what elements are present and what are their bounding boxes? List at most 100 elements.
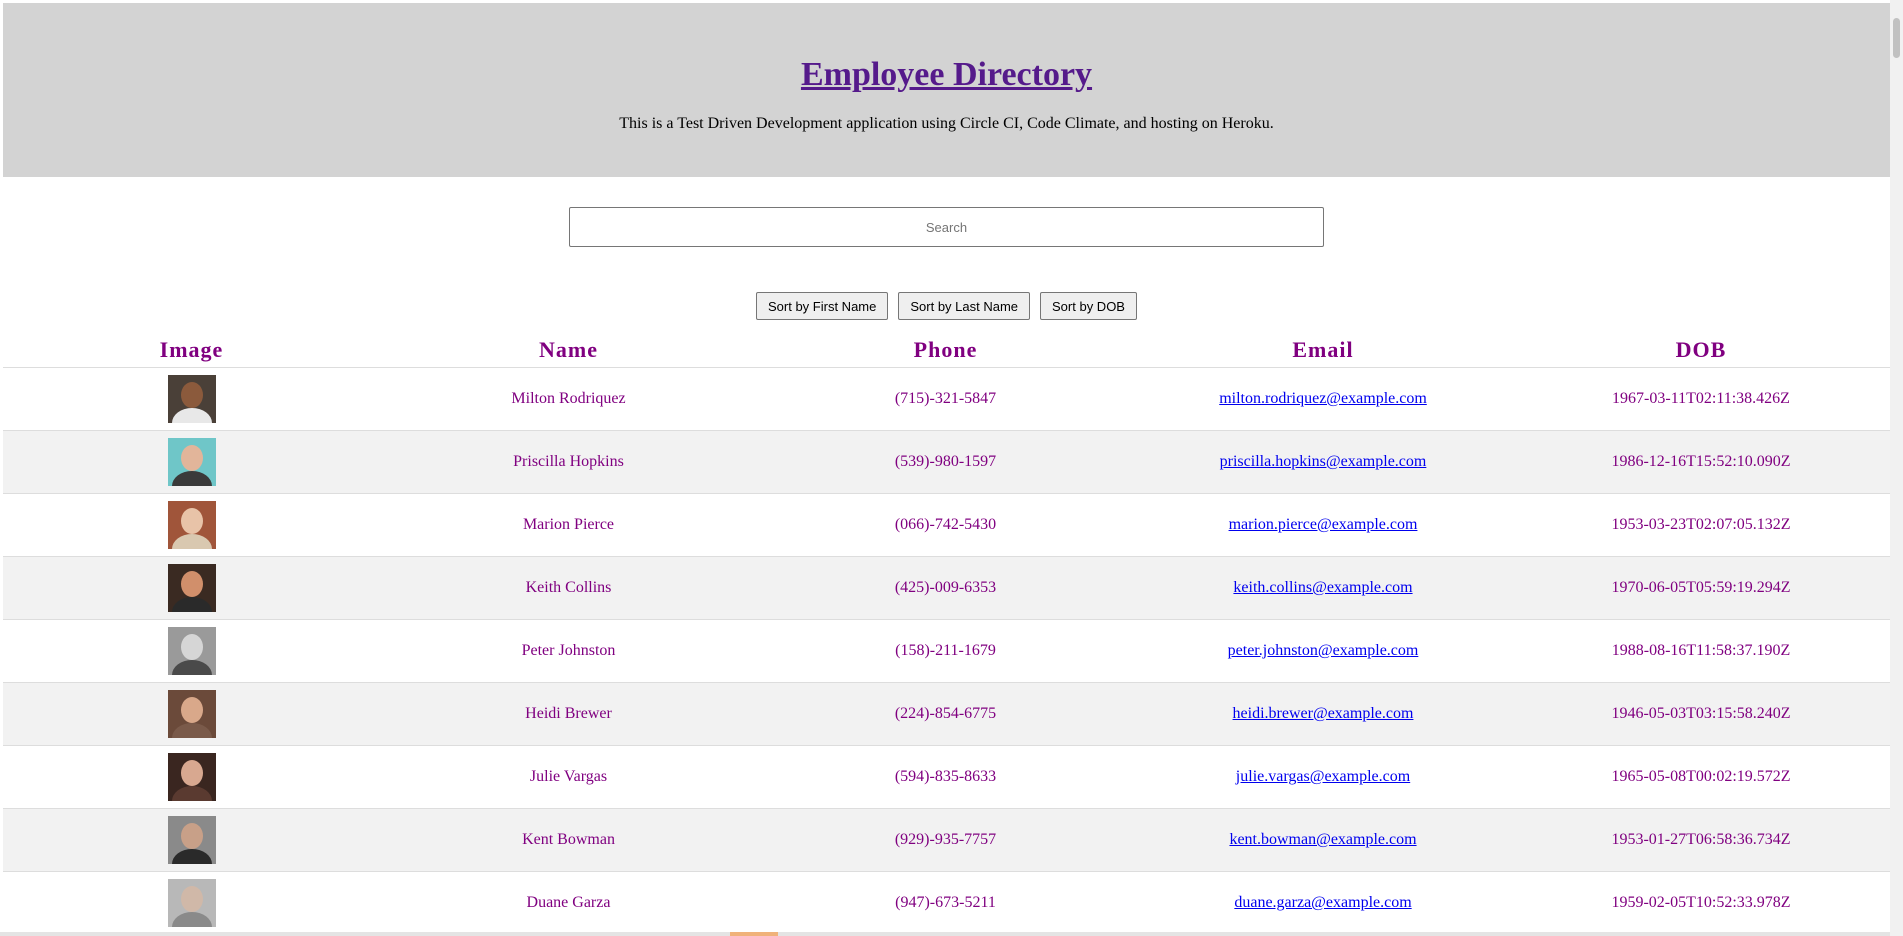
employee-name: Heidi Brewer [380,682,757,746]
employee-phone: (425)-009-6353 [757,556,1134,620]
avatar-body [171,534,212,549]
employee-phone: (158)-211-1679 [757,619,1134,683]
search-container [3,207,1890,247]
avatar-head [180,382,203,408]
employee-name: Keith Collins [380,556,757,620]
avatar [167,564,216,612]
table-header-row: Image Name Phone Email DOB [3,336,1890,368]
avatar [167,753,216,801]
employee-email-link[interactable]: priscilla.hopkins@example.com [1220,453,1427,470]
employee-phone: (224)-854-6775 [757,682,1134,746]
email-cell: duane.garza@example.com [1134,871,1512,935]
column-header-phone[interactable]: Phone [757,336,1134,368]
employee-phone: (715)-321-5847 [757,367,1134,431]
column-header-dob[interactable]: DOB [1512,336,1890,368]
employee-phone: (539)-980-1597 [757,430,1134,494]
column-header-image[interactable]: Image [3,336,380,368]
image-cell [3,682,380,746]
avatar-body [171,471,212,486]
page-title: Employee Directory [3,3,1890,95]
table-body: Milton Rodriquez (715)-321-5847 milton.rod… [3,367,1890,935]
avatar [167,627,216,675]
sort-dob-button[interactable]: Sort by DOB [1040,292,1137,320]
image-cell [3,745,380,809]
employee-email-link[interactable]: julie.vargas@example.com [1236,768,1410,785]
employee-dob: 1953-03-23T02:07:05.132Z [1512,493,1890,557]
table-row: Julie Vargas (594)-835-8633 julie.vargas@e… [3,745,1890,809]
employee-phone: (929)-935-7757 [757,808,1134,872]
avatar-head [180,886,203,912]
employee-email-link[interactable]: peter.johnston@example.com [1228,642,1419,659]
avatar-head [180,445,203,471]
image-cell [3,430,380,494]
avatar-head [180,634,203,660]
avatar-head [180,760,203,786]
employee-dob: 1953-01-27T06:58:36.734Z [1512,808,1890,872]
avatar-body [171,912,212,927]
image-cell [3,871,380,935]
table-row: Peter Johnston (158)-211-1679 peter.johnst… [3,619,1890,683]
avatar-body [171,408,212,423]
employee-email-link[interactable]: marion.pierce@example.com [1229,516,1418,533]
column-header-name[interactable]: Name [380,336,757,368]
table-row: Kent Bowman (929)-935-7757 kent.bowman@exa… [3,808,1890,872]
email-cell: marion.pierce@example.com [1134,493,1512,557]
scrollbar-thumb[interactable] [1893,18,1900,58]
page-subtitle: This is a Test Driven Development applic… [619,115,1274,132]
avatar [167,501,216,549]
avatar [167,816,216,864]
employee-email-link[interactable]: heidi.brewer@example.com [1233,705,1414,722]
email-cell: priscilla.hopkins@example.com [1134,430,1512,494]
table-row: Keith Collins (425)-009-6353 keith.collins… [3,556,1890,620]
avatar [167,438,216,486]
search-input[interactable] [569,207,1324,247]
employee-dob: 1946-05-03T03:15:58.240Z [1512,682,1890,746]
avatar-body [171,786,212,801]
image-cell [3,493,380,557]
avatar-body [171,723,212,738]
email-cell: milton.rodriquez@example.com [1134,367,1512,431]
table-row: Marion Pierce (066)-742-5430 marion.pierce… [3,493,1890,557]
employee-name: Marion Pierce [380,493,757,557]
avatar [167,879,216,927]
avatar [167,375,216,423]
image-cell [3,808,380,872]
bottom-marker [730,932,778,936]
table-row: Milton Rodriquez (715)-321-5847 milton.rod… [3,367,1890,431]
page: Employee Directory This is a Test Driven… [3,3,1890,935]
avatar [167,690,216,738]
vertical-scrollbar[interactable] [1890,0,1903,936]
image-cell [3,619,380,683]
employee-name: Duane Garza [380,871,757,935]
email-cell: julie.vargas@example.com [1134,745,1512,809]
employee-email-link[interactable]: milton.rodriquez@example.com [1219,390,1427,407]
employee-name: Milton Rodriquez [380,367,757,431]
table-row: Duane Garza (947)-673-5211 duane.garza@exa… [3,871,1890,935]
sort-first-name-button[interactable]: Sort by First Name [756,292,889,320]
employee-phone: (947)-673-5211 [757,871,1134,935]
table-row: Heidi Brewer (224)-854-6775 heidi.brewer@e… [3,682,1890,746]
employee-email-link[interactable]: kent.bowman@example.com [1229,831,1416,848]
employee-phone: (066)-742-5430 [757,493,1134,557]
employee-table: Image Name Phone Email DOB Milton Rodriq… [3,336,1890,935]
employee-dob: 1970-06-05T05:59:19.294Z [1512,556,1890,620]
employee-name: Priscilla Hopkins [380,430,757,494]
table-row: Priscilla Hopkins (539)-980-1597 priscilla… [3,430,1890,494]
employee-dob: 1959-02-05T10:52:33.978Z [1512,871,1890,935]
image-cell [3,367,380,431]
employee-dob: 1967-03-11T02:11:38.426Z [1512,367,1890,431]
employee-dob: 1965-05-08T00:02:19.572Z [1512,745,1890,809]
employee-email-link[interactable]: duane.garza@example.com [1234,894,1411,911]
email-cell: keith.collins@example.com [1134,556,1512,620]
avatar-head [180,571,203,597]
sort-buttons: Sort by First Name Sort by Last Name Sor… [3,292,1890,320]
employee-dob: 1986-12-16T15:52:10.090Z [1512,430,1890,494]
employee-email-link[interactable]: keith.collins@example.com [1233,579,1412,596]
column-header-email[interactable]: Email [1134,336,1512,368]
page-title-link[interactable]: Employee Directory [801,56,1092,93]
sort-last-name-button[interactable]: Sort by Last Name [898,292,1031,320]
employee-dob: 1988-08-16T11:58:37.190Z [1512,619,1890,683]
bottom-scroll-track [0,932,1890,936]
employee-name: Kent Bowman [380,808,757,872]
employee-phone: (594)-835-8633 [757,745,1134,809]
